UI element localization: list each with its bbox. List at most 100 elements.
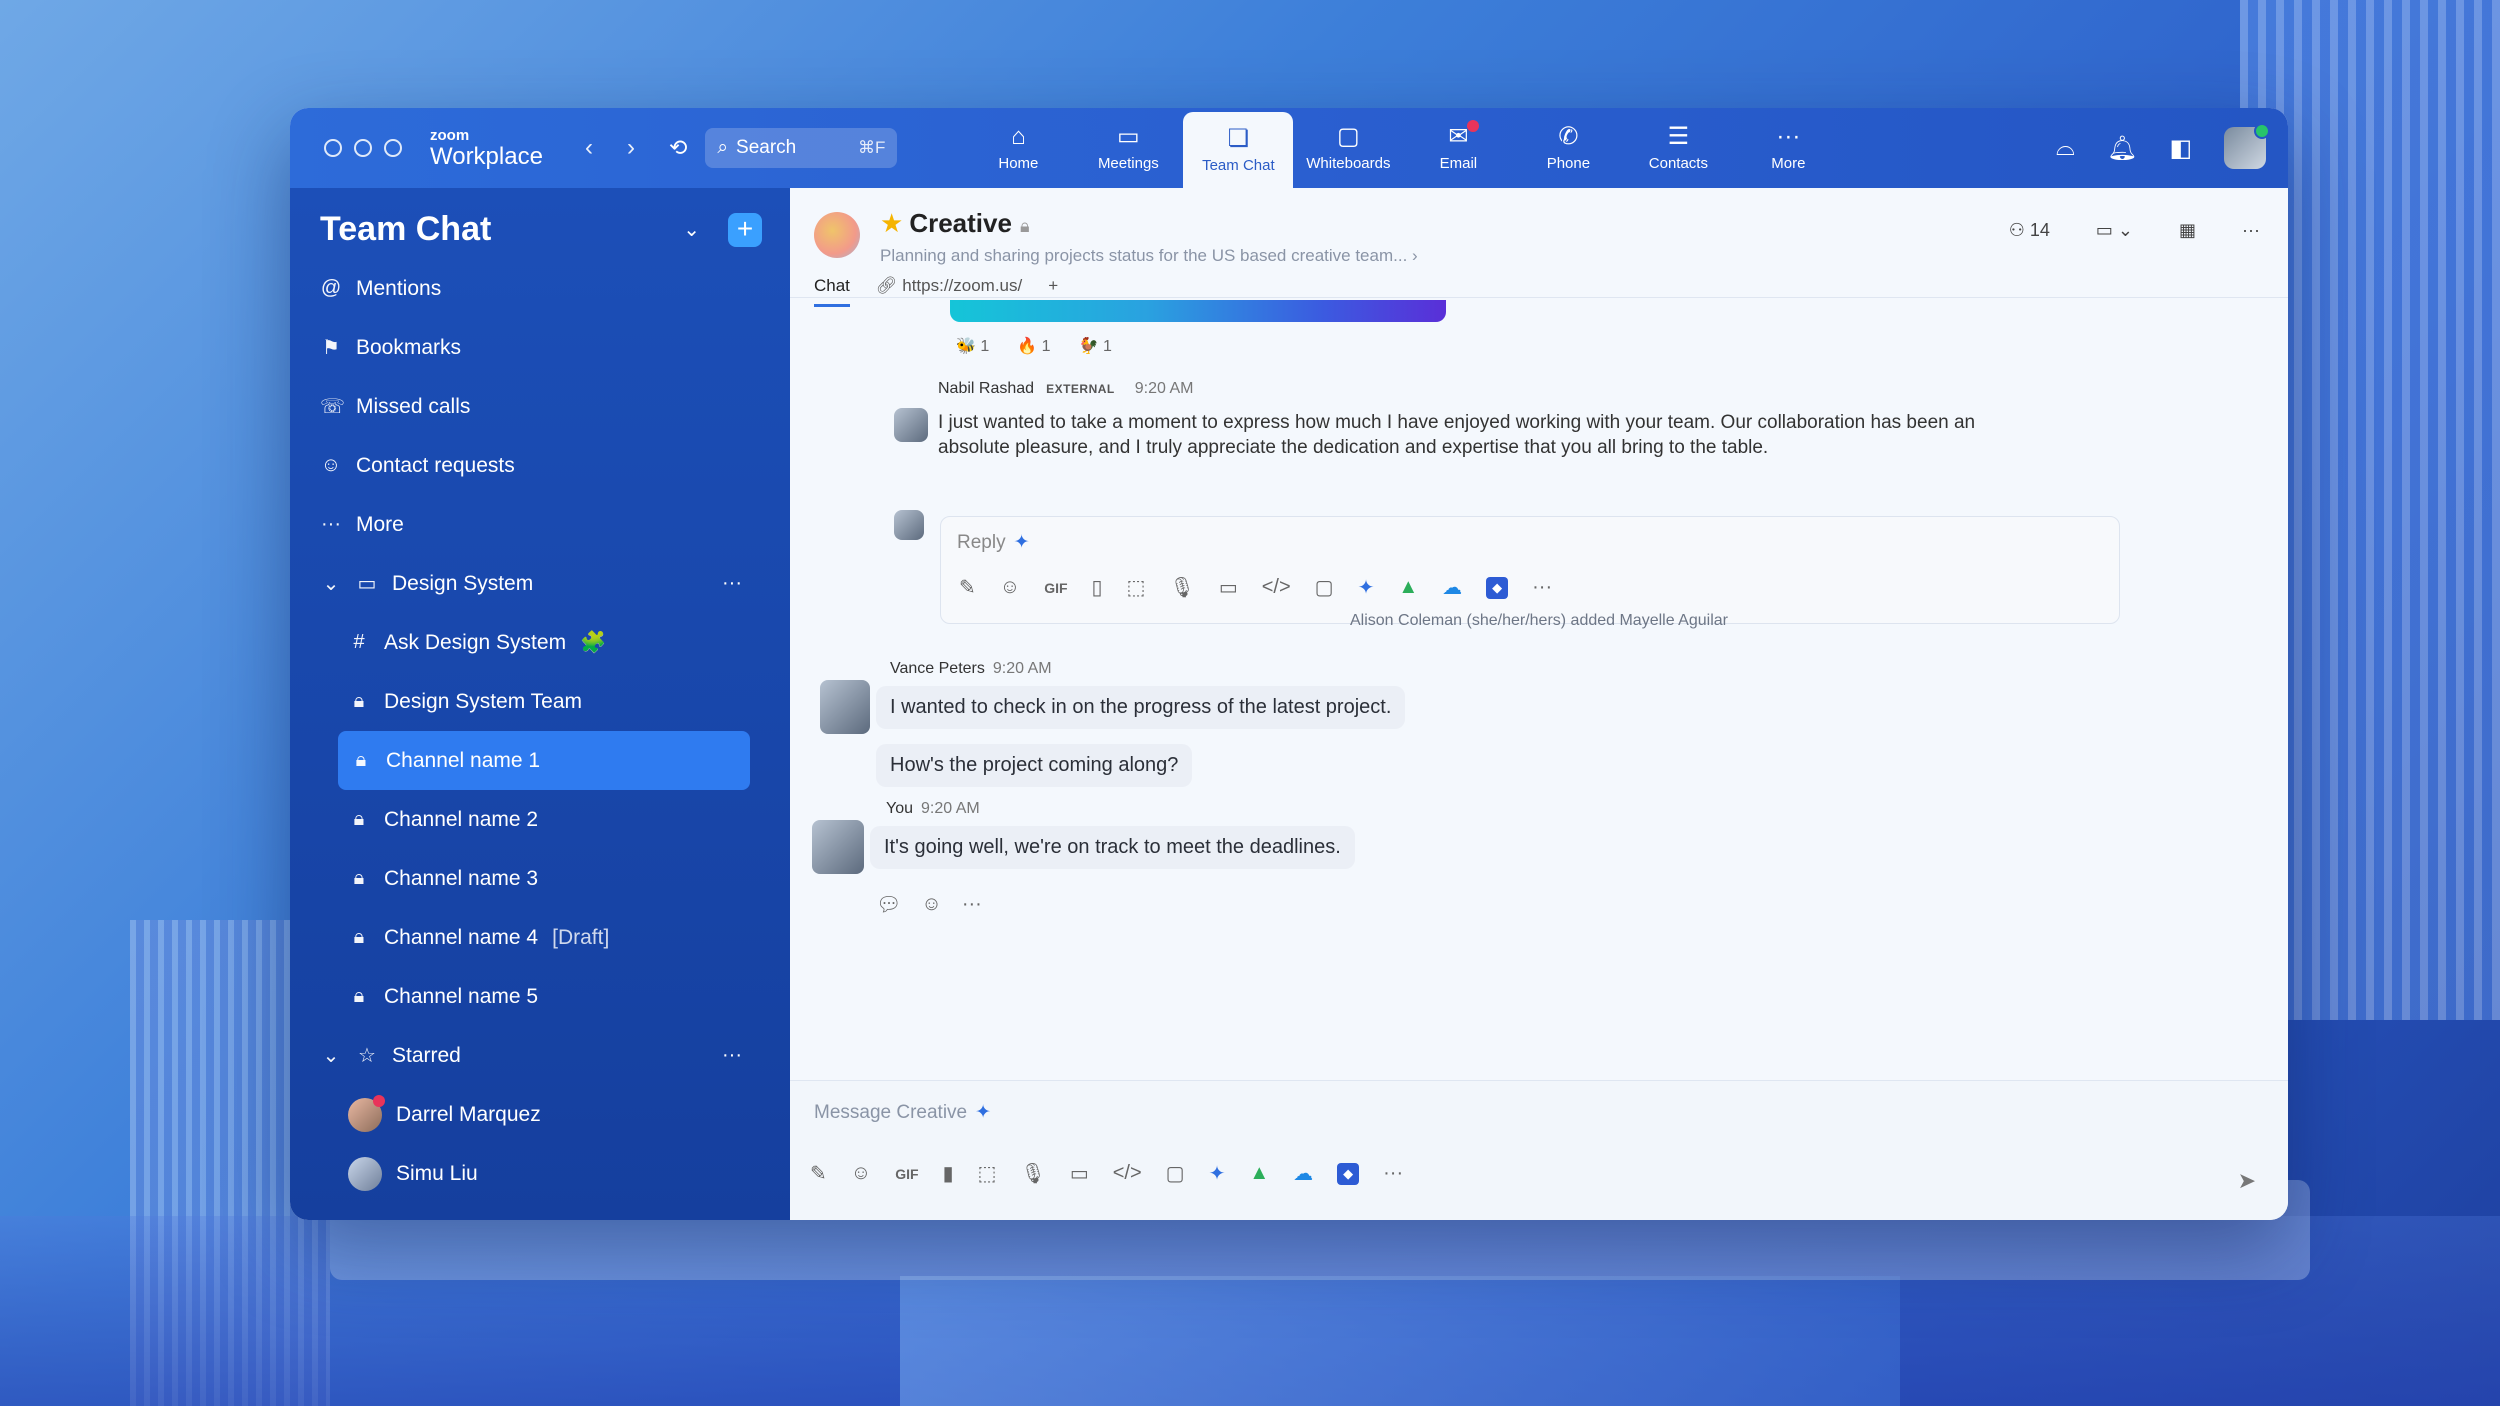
sender-name[interactable]: You (886, 800, 913, 817)
file-icon[interactable]: ▯ (1092, 575, 1103, 600)
file-icon[interactable]: ▮ (943, 1161, 954, 1186)
maximize-window-button[interactable] (384, 139, 402, 157)
image-attachment[interactable] (950, 300, 1446, 322)
google-drive-icon[interactable]: ▲ (1249, 1162, 1269, 1185)
add-reaction-icon[interactable]: ☺ (921, 893, 941, 916)
chevron-down-icon: ⌄ (322, 1045, 340, 1067)
reply-input[interactable]: Reply ✦ ✎ ☺ GIF ▯ ⬚ 🎙︎ ▭ </> ▢ ✦ ▲ ☁ ◆ ··… (940, 516, 2120, 624)
gif-icon[interactable]: GIF (1044, 580, 1067, 596)
reply-thread-icon[interactable]: 💬︎ (876, 892, 901, 917)
avatar[interactable] (894, 408, 928, 442)
back-arrow-icon[interactable]: ‹ (585, 134, 593, 162)
channel-title[interactable]: ★ Creative 🔒︎ (880, 208, 1030, 239)
sidebar-item-contact-requests[interactable]: ☺ Contact requests (290, 436, 790, 495)
more-options-icon[interactable]: ··· (2242, 220, 2260, 241)
sender-name[interactable]: Vance Peters (890, 660, 985, 677)
avatar[interactable] (812, 820, 864, 874)
tab-contacts[interactable]: ☰ Contacts (1623, 108, 1733, 188)
onedrive-icon[interactable]: ☁ (1442, 575, 1462, 600)
reaction-fire[interactable]: 🔥 1 (1017, 336, 1050, 356)
google-drive-icon[interactable]: ▲ (1398, 576, 1418, 599)
search-input[interactable]: ⌕ Search ⌘F (705, 128, 898, 168)
sidebar-item-label: Channel name 2 (384, 807, 539, 831)
screenshot-icon[interactable]: ⬚ (1127, 575, 1146, 600)
add-button[interactable]: + (728, 212, 762, 247)
bell-icon[interactable]: 🔔︎ (2107, 134, 2137, 163)
code-icon[interactable]: </> (1113, 1162, 1142, 1185)
tab-team-chat[interactable]: ❏ Team Chat (1183, 112, 1294, 188)
headset-icon[interactable]: ⌓ (2056, 134, 2075, 162)
whiteboard-icon[interactable]: ▢ (1166, 1161, 1185, 1186)
members-icon: ⚇ (2008, 220, 2030, 240)
message-composer[interactable]: Message Creative ✦ ✎ ☺ GIF ▮ ⬚ 🎙︎ ▭ </> ▢… (790, 1080, 2288, 1220)
chevron-down-icon[interactable]: ⌄ (683, 217, 700, 242)
user-avatar[interactable] (2224, 123, 2270, 169)
send-icon[interactable]: ➤ (2238, 1168, 2256, 1194)
lock-icon: 🔒︎ (353, 985, 365, 1007)
avatar[interactable] (820, 680, 870, 734)
sidebar-item-channel-4[interactable]: 🔒︎ Channel name 4 [Draft] (290, 908, 790, 967)
sidebar-item-design-system-team[interactable]: 🔒︎ Design System Team (290, 672, 790, 731)
sidebar-item-mentions[interactable]: @ Mentions (290, 259, 790, 318)
folder-design-system[interactable]: ⌄ ▭ Design System ··· (290, 554, 790, 613)
panel-toggle-icon[interactable]: ◧ (2169, 134, 2192, 163)
emoji-icon[interactable]: ☺ (851, 1162, 871, 1185)
sidebar-item-ask-design-system[interactable]: # Ask Design System 🧩 (290, 613, 790, 672)
sidebar-item-missed-calls[interactable]: ☏ Missed calls (290, 377, 790, 436)
screenshot-icon[interactable]: ⬚ (978, 1161, 997, 1186)
video-message-icon[interactable]: ▭ (1070, 1161, 1089, 1186)
tab-meetings[interactable]: ▭ Meetings (1073, 108, 1183, 188)
emoji-icon[interactable]: ☺ (1000, 576, 1020, 599)
reaction-rooster[interactable]: 🐓 1 (1079, 336, 1112, 356)
folder-icon: ▭ (357, 573, 377, 595)
folder-more-icon[interactable]: ··· (722, 572, 742, 595)
channel-avatar (814, 212, 860, 258)
calendar-icon[interactable]: ▦ (2179, 220, 2196, 241)
code-icon[interactable]: </> (1262, 576, 1291, 599)
whiteboard-icon[interactable]: ▢ (1315, 575, 1334, 600)
sidebar-item-channel-2[interactable]: 🔒︎ Channel name 2 (290, 790, 790, 849)
tab-home[interactable]: ⌂ Home (963, 108, 1073, 188)
video-call-button[interactable]: ▭ ⌄ (2096, 220, 2133, 241)
app-icon[interactable]: ◆ (1337, 1162, 1360, 1185)
app-icon[interactable]: ◆ (1486, 576, 1509, 599)
minimize-window-button[interactable] (354, 139, 372, 157)
sidebar-item-label: Contact requests (356, 453, 515, 477)
star-icon[interactable]: ★ (880, 208, 903, 238)
more-tools-icon[interactable]: ··· (1532, 576, 1552, 599)
folder-starred[interactable]: ⌄ ☆ Starred ··· (290, 1026, 790, 1085)
tab-phone[interactable]: ✆ Phone (1513, 108, 1623, 188)
ai-sparkle-icon[interactable]: ✦ (1209, 1161, 1226, 1186)
format-icon[interactable]: ✎ (810, 1161, 827, 1186)
members-button[interactable]: ⚇ 14 (2009, 220, 2050, 241)
sidebar-item-darrel-marquez[interactable]: Darrel Marquez (290, 1085, 790, 1144)
sidebar-item-bookmarks[interactable]: ⚑ Bookmarks (290, 318, 790, 377)
ai-sparkle-icon[interactable]: ✦ (1358, 575, 1375, 600)
mic-icon[interactable]: 🎙︎ (1169, 575, 1194, 600)
reaction-bee[interactable]: 🐝 1 (956, 336, 989, 356)
message-more-icon[interactable]: ··· (962, 893, 982, 916)
sender-name[interactable]: Nabil Rashad (938, 380, 1034, 397)
close-window-button[interactable] (324, 139, 342, 157)
tab-whiteboards[interactable]: ▢ Whiteboards (1293, 108, 1403, 188)
gif-icon[interactable]: GIF (895, 1166, 918, 1182)
onedrive-icon[interactable]: ☁ (1293, 1161, 1313, 1186)
sidebar-item-label: Channel name 4 (384, 925, 539, 949)
sidebar-item-channel-5[interactable]: 🔒︎ Channel name 5 (290, 967, 790, 1026)
history-clock-icon[interactable]: ⟲ (669, 135, 687, 161)
folder-more-icon[interactable]: ··· (722, 1044, 742, 1067)
format-icon[interactable]: ✎ (959, 575, 976, 600)
sidebar-item-channel-3[interactable]: 🔒︎ Channel name 3 (290, 849, 790, 908)
video-message-icon[interactable]: ▭ (1219, 575, 1238, 600)
sidebar-item-simu-liu[interactable]: Simu Liu (290, 1144, 790, 1203)
sidebar-item-more[interactable]: ··· More (290, 495, 790, 554)
sidebar-item-channel-1[interactable]: 🔒︎ Channel name 1 (338, 731, 750, 790)
sidebar-item-label: Channel name 5 (384, 984, 539, 1008)
whiteboard-icon: ▢ (1337, 122, 1360, 150)
forward-arrow-icon[interactable]: › (627, 134, 635, 162)
mic-icon[interactable]: 🎙︎ (1020, 1161, 1045, 1186)
tab-more[interactable]: ··· More (1733, 108, 1843, 188)
tab-email[interactable]: ✉ Email (1403, 108, 1513, 188)
channel-description[interactable]: Planning and sharing projects status for… (880, 246, 1418, 266)
more-tools-icon[interactable]: ··· (1383, 1162, 1403, 1185)
